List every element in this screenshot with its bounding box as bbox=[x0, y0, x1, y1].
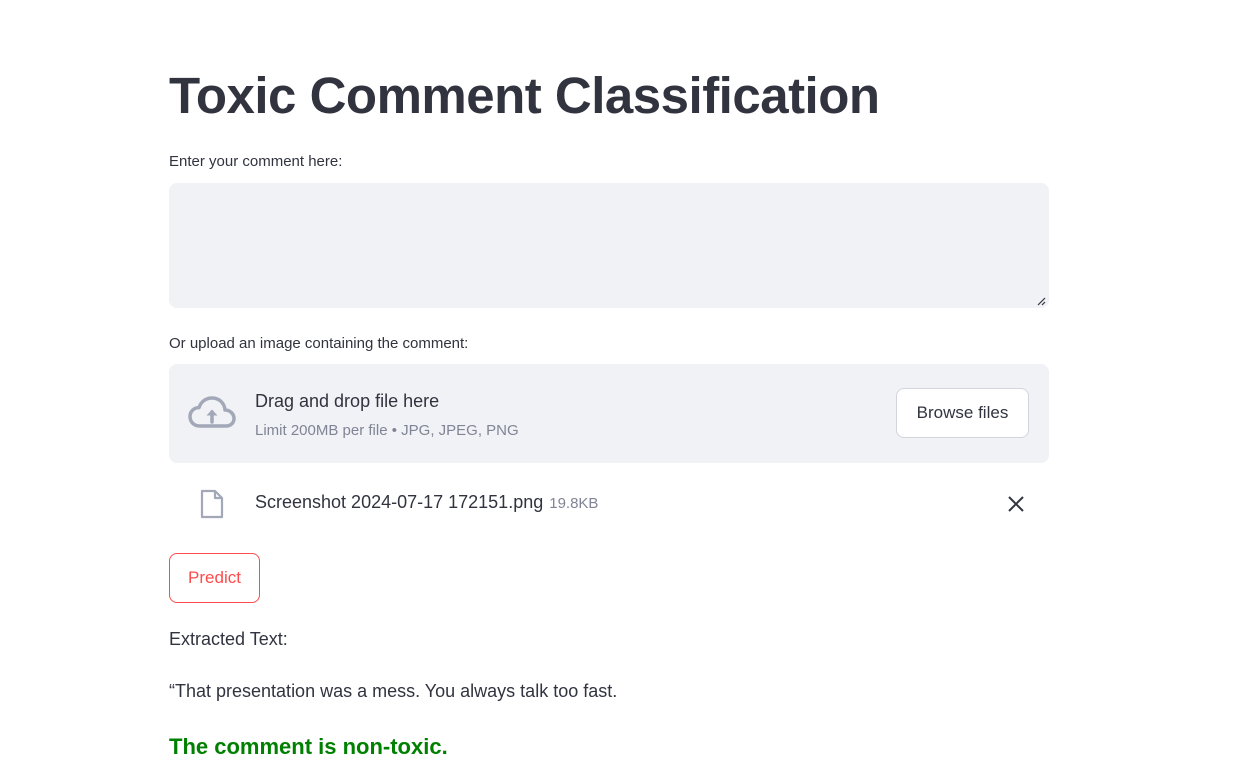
uploaded-file-row: Screenshot 2024-07-17 172151.png 19.8KB bbox=[169, 480, 1049, 526]
resize-handle-icon[interactable] bbox=[1036, 296, 1046, 306]
browse-files-button[interactable]: Browse files bbox=[896, 388, 1029, 438]
predict-button[interactable]: Predict bbox=[169, 553, 260, 603]
comment-input-label: Enter your comment here: bbox=[169, 153, 343, 170]
file-icon bbox=[200, 489, 224, 519]
close-icon[interactable] bbox=[1005, 493, 1027, 515]
extracted-text-label: Extracted Text: bbox=[169, 629, 288, 649]
prediction-result: The comment is non-toxic. bbox=[169, 734, 448, 759]
uploaded-file-name: Screenshot 2024-07-17 172151.png 19.8KB bbox=[255, 490, 598, 516]
page-title: Toxic Comment Classification bbox=[169, 67, 880, 124]
upload-label: Or upload an image containing the commen… bbox=[169, 335, 469, 352]
extracted-text: “That presentation was a mess. You alway… bbox=[169, 681, 618, 701]
file-size: 19.8KB bbox=[549, 495, 599, 512]
dropzone-title: Drag and drop file here bbox=[255, 391, 440, 411]
file-dropzone[interactable]: Drag and drop file here Limit 200MB per … bbox=[169, 364, 1049, 463]
cloud-upload-icon bbox=[188, 396, 236, 428]
dropzone-limits: Limit 200MB per file • JPG, JPEG, PNG bbox=[255, 422, 519, 439]
comment-textarea[interactable] bbox=[169, 183, 1049, 308]
file-name-text: Screenshot 2024-07-17 172151.png bbox=[255, 492, 544, 512]
